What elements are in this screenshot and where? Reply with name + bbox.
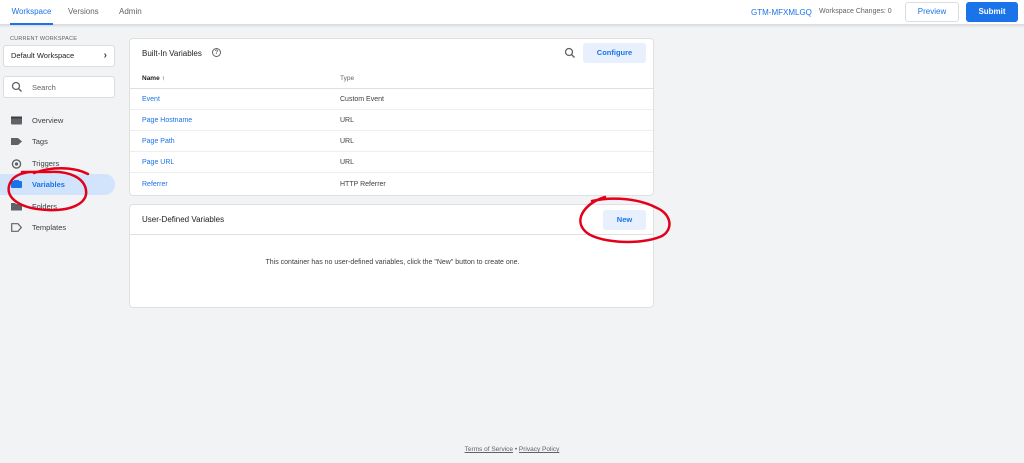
tab-versions[interactable]: Versions — [68, 0, 99, 25]
sidebar-item-label: Triggers — [32, 159, 60, 168]
search-icon[interactable] — [564, 47, 576, 59]
variables-icon — [11, 180, 22, 188]
chevron-right-icon: › — [103, 50, 107, 61]
table-row: Page URL URL — [130, 152, 653, 173]
sidebar-item-tags[interactable]: Tags — [0, 131, 115, 152]
sidebar-item-folders[interactable]: Folders — [0, 196, 115, 217]
trigger-icon — [11, 159, 22, 169]
terms-of-service-link[interactable]: Terms of Service — [465, 446, 513, 453]
variable-type: Custom Event — [340, 96, 384, 103]
sidebar-item-label: Tags — [32, 137, 48, 146]
preview-button[interactable]: Preview — [905, 2, 959, 22]
table-row: Referrer HTTP Referrer — [130, 174, 653, 195]
variable-name-link[interactable]: Page Hostname — [142, 117, 192, 124]
search-placeholder: Search — [32, 83, 56, 92]
table-row: Page Hostname URL — [130, 110, 653, 131]
variable-type: URL — [340, 138, 355, 145]
variable-name-link[interactable]: Page Path — [142, 138, 175, 145]
sidebar-item-triggers[interactable]: Triggers — [0, 153, 115, 174]
card-title: User-Defined Variables — [142, 215, 225, 224]
search-icon — [11, 81, 22, 92]
sidebar-item-templates[interactable]: Templates — [0, 217, 115, 238]
sidebar-item-label: Templates — [32, 223, 67, 232]
submit-button[interactable]: Submit — [966, 2, 1018, 22]
variable-name-link[interactable]: Referrer — [142, 181, 168, 188]
tab-admin[interactable]: Admin — [119, 0, 142, 25]
footer-separator: • — [514, 446, 518, 453]
tag-icon — [11, 138, 22, 145]
folder-icon — [11, 203, 22, 211]
tab-workspace[interactable]: Workspace — [10, 0, 53, 25]
new-variable-button[interactable]: New — [603, 210, 646, 230]
sidebar-item-label: Variables — [32, 180, 65, 189]
help-icon[interactable]: ? — [212, 48, 221, 57]
variable-type: URL — [340, 117, 355, 124]
variable-type: URL — [340, 159, 355, 166]
sidebar-item-overview[interactable]: Overview — [0, 110, 115, 131]
current-workspace-label: CURRENT WORKSPACE — [10, 36, 78, 42]
workspace-selector[interactable]: Default Workspace › — [3, 45, 115, 67]
sidebar-search[interactable]: Search — [3, 76, 115, 98]
configure-button[interactable]: Configure — [583, 43, 646, 63]
column-header-type: Type — [340, 75, 355, 82]
template-icon — [11, 223, 22, 232]
workspace-name: Default Workspace — [11, 51, 75, 60]
sidebar-item-variables[interactable]: Variables — [0, 174, 115, 195]
user-defined-variables-card: User-Defined Variables New This containe… — [129, 204, 654, 308]
privacy-policy-link[interactable]: Privacy Policy — [519, 446, 559, 453]
sidebar-item-label: Folders — [32, 202, 58, 211]
variable-name-link[interactable]: Page URL — [142, 159, 174, 166]
sidebar-item-label: Overview — [32, 116, 64, 125]
empty-state-message: This container has no user-defined varia… — [265, 259, 520, 266]
divider — [130, 234, 653, 235]
column-header-name[interactable]: Name ↑ — [142, 75, 165, 82]
footer: Terms of Service • Privacy Policy — [0, 446, 1024, 453]
variable-name-link[interactable]: Event — [142, 96, 160, 103]
builtin-variables-card: Built-In Variables ? Configure Name ↑ Ty… — [129, 38, 654, 196]
workspace-changes-count: Workspace Changes: 0 — [819, 8, 892, 15]
card-title: Built-In Variables — [142, 49, 202, 58]
variable-type: HTTP Referrer — [340, 181, 386, 188]
overview-icon — [11, 116, 22, 125]
container-id-link[interactable]: GTM-MFXMLGQ — [751, 8, 812, 17]
table-row: Page Path URL — [130, 131, 653, 152]
top-bar: Workspace Versions Admin GTM-MFXMLGQ Wor… — [0, 0, 1024, 25]
table-row: Event Custom Event — [130, 89, 653, 110]
